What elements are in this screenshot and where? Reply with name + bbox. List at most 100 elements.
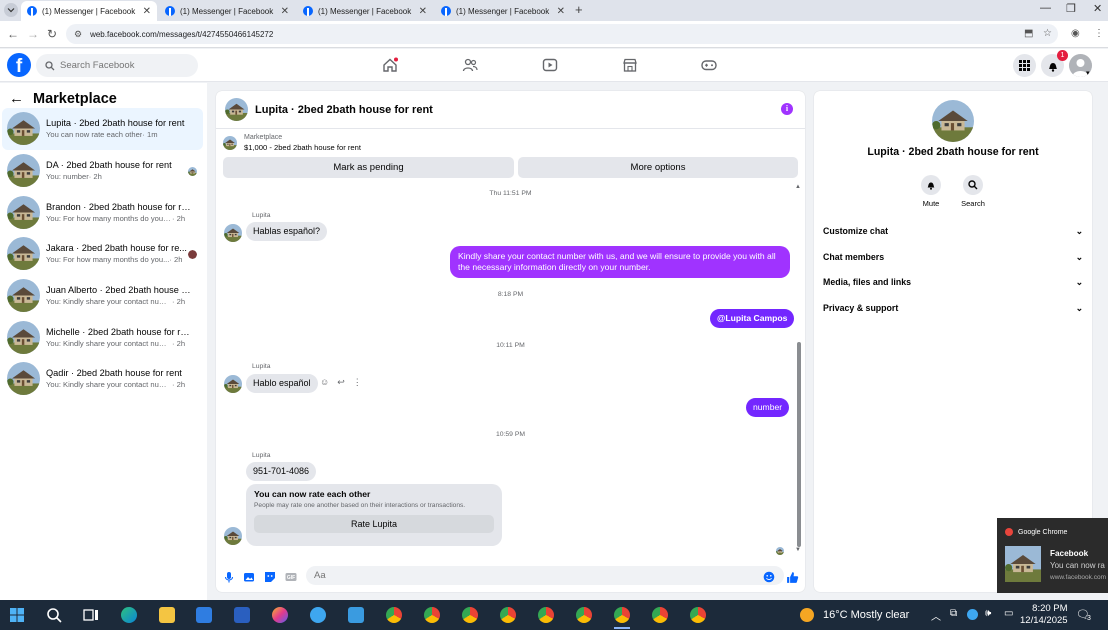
- media-files-links-row[interactable]: Media, files and links ⌄: [823, 274, 1083, 290]
- back-icon[interactable]: ←: [7, 27, 19, 41]
- edge-icon[interactable]: [121, 607, 137, 623]
- chrome-notification[interactable]: Google Chrome Facebook You can now ra ww…: [997, 518, 1108, 593]
- outgoing-message-mention[interactable]: @Lupita Campos: [710, 309, 795, 328]
- scroll-up-icon[interactable]: ▲: [795, 184, 801, 190]
- app-icon[interactable]: [348, 607, 364, 623]
- privacy-support-row[interactable]: Privacy & support ⌄: [823, 300, 1083, 316]
- outgoing-message[interactable]: Kindly share your contact number with us…: [450, 246, 790, 278]
- photo-icon[interactable]: [243, 571, 255, 583]
- home-icon[interactable]: [382, 57, 398, 73]
- weather-widget[interactable]: 16°C Mostly clear: [800, 608, 909, 622]
- chat-item-jakara[interactable]: Jakara · 2bed 2bath house for re... You:…: [2, 233, 203, 275]
- sticker-icon[interactable]: [264, 571, 276, 583]
- close-tab-icon[interactable]: ✕: [281, 6, 289, 17]
- incoming-message[interactable]: Hablas español?: [246, 222, 328, 241]
- emoji-icon[interactable]: [763, 571, 775, 583]
- chrome-icon[interactable]: [500, 607, 516, 623]
- tray-overflow-icon[interactable]: ︿: [931, 608, 941, 623]
- system-clock[interactable]: 8:20 PM 12/14/2025: [1020, 603, 1068, 627]
- close-tab-icon[interactable]: ✕: [419, 6, 427, 17]
- browser-tab-1[interactable]: (1) Messenger | Facebook ✕: [21, 1, 157, 21]
- chrome-icon[interactable]: [462, 607, 478, 623]
- chat-item-lupita[interactable]: Lupita · 2bed 2bath house for rent You c…: [2, 108, 203, 150]
- tray-app-icon[interactable]: ⧉: [950, 608, 957, 619]
- account-chevron-icon[interactable]: ▾: [1086, 69, 1090, 77]
- network-icon[interactable]: ▭: [1004, 608, 1013, 619]
- conversation-title[interactable]: Lupita · 2bed 2bath house for rent: [255, 104, 433, 116]
- message-input[interactable]: [306, 566, 784, 585]
- info-icon[interactable]: i: [781, 103, 793, 115]
- conversation-avatar[interactable]: [225, 98, 248, 121]
- reload-icon[interactable]: ↻: [47, 27, 57, 41]
- close-tab-icon[interactable]: ✕: [557, 6, 565, 17]
- file-explorer-icon[interactable]: [159, 607, 175, 623]
- browser-tab-2[interactable]: (1) Messenger | Facebook ✕: [159, 1, 295, 21]
- more-actions-icon[interactable]: ⋮: [353, 377, 362, 388]
- facebook-logo[interactable]: f: [7, 53, 31, 77]
- new-tab-icon[interactable]: +: [575, 2, 583, 17]
- install-app-icon[interactable]: ⬒: [1024, 28, 1033, 39]
- search-input[interactable]: [60, 60, 190, 71]
- notification-count-badge: 1: [1057, 50, 1068, 61]
- rate-lupita-button[interactable]: Rate Lupita: [254, 515, 494, 533]
- chrome-icon[interactable]: [424, 607, 440, 623]
- mute-button[interactable]: Mute: [911, 175, 951, 208]
- browser-tab-3[interactable]: (1) Messenger | Facebook ✕: [297, 1, 433, 21]
- react-emoji-icon[interactable]: ☺: [320, 377, 329, 388]
- reply-icon[interactable]: ↩: [337, 377, 345, 388]
- chrome-icon[interactable]: [576, 607, 592, 623]
- app-icon[interactable]: [310, 607, 326, 623]
- facebook-search[interactable]: [36, 54, 198, 77]
- close-tab-icon[interactable]: ✕: [143, 6, 151, 17]
- task-view-icon[interactable]: [83, 607, 99, 623]
- chrome-icon-active[interactable]: [614, 607, 630, 623]
- listing-banner[interactable]: Marketplace $1,000 - 2bed 2bath house fo…: [223, 134, 361, 152]
- chat-item-michelle[interactable]: Michelle · 2bed 2bath house for rent You…: [2, 316, 203, 358]
- chrome-icon[interactable]: [386, 607, 402, 623]
- bookmark-star-icon[interactable]: ☆: [1043, 28, 1052, 39]
- outlook-icon[interactable]: [196, 607, 212, 623]
- site-info-icon[interactable]: ⚙: [74, 29, 82, 40]
- chat-members-row[interactable]: Chat members ⌄: [823, 249, 1083, 265]
- chat-item-brandon[interactable]: Brandon · 2bed 2bath house for rent You:…: [2, 191, 203, 233]
- incoming-message[interactable]: 951-701-4086: [246, 462, 317, 481]
- chrome-icon[interactable]: [690, 607, 706, 623]
- outgoing-message[interactable]: number: [746, 398, 790, 417]
- tab-search-icon[interactable]: [4, 3, 18, 17]
- close-window-icon[interactable]: ✕: [1093, 2, 1102, 15]
- search-conversation-button[interactable]: Search: [953, 175, 993, 208]
- customize-chat-row[interactable]: Customize chat ⌄: [823, 223, 1083, 239]
- store-icon[interactable]: [234, 607, 250, 623]
- restore-icon[interactable]: ❐: [1066, 2, 1076, 15]
- gif-icon[interactable]: GIF: [285, 571, 297, 583]
- chrome-icon[interactable]: [538, 607, 554, 623]
- more-options-button[interactable]: More options: [518, 157, 798, 178]
- video-icon[interactable]: [542, 57, 558, 73]
- thumbs-up-icon[interactable]: [786, 571, 799, 584]
- mark-as-pending-button[interactable]: Mark as pending: [223, 157, 514, 178]
- tray-app-icon[interactable]: [967, 609, 978, 620]
- copilot-icon[interactable]: [272, 607, 288, 623]
- taskbar-search-icon[interactable]: [46, 607, 62, 623]
- chat-item-qadir[interactable]: Qadir · 2bed 2bath house for rent You: K…: [2, 358, 203, 400]
- chat-item-juan-alberto[interactable]: Juan Alberto · 2bed 2bath house f... You…: [2, 275, 203, 317]
- profile-icon[interactable]: ◉: [1071, 28, 1080, 39]
- minimize-icon[interactable]: —: [1040, 2, 1051, 14]
- friends-icon[interactable]: [462, 57, 478, 73]
- volume-icon[interactable]: 🕪: [985, 608, 991, 619]
- forward-icon[interactable]: →: [27, 27, 39, 41]
- gaming-icon[interactable]: [701, 57, 717, 73]
- scroll-down-icon[interactable]: ▼: [795, 547, 801, 553]
- chrome-menu-icon[interactable]: ⋮: [1094, 28, 1104, 39]
- chrome-icon[interactable]: [652, 607, 668, 623]
- menu-grid-icon[interactable]: [1013, 54, 1036, 77]
- url-field[interactable]: ⚙ web.facebook.com/messages/t/4274550466…: [66, 24, 1058, 44]
- incoming-message[interactable]: Hablo español: [246, 374, 318, 393]
- scrollbar[interactable]: [797, 342, 801, 547]
- marketplace-icon[interactable]: [622, 57, 638, 73]
- back-arrow-icon[interactable]: ←: [9, 90, 24, 107]
- windows-start-icon[interactable]: [9, 607, 25, 623]
- browser-tab-4[interactable]: (1) Messenger | Facebook ✕: [435, 1, 571, 21]
- microphone-icon[interactable]: [223, 571, 235, 583]
- chat-item-da[interactable]: DA · 2bed 2bath house for rent You: numb…: [2, 150, 203, 192]
